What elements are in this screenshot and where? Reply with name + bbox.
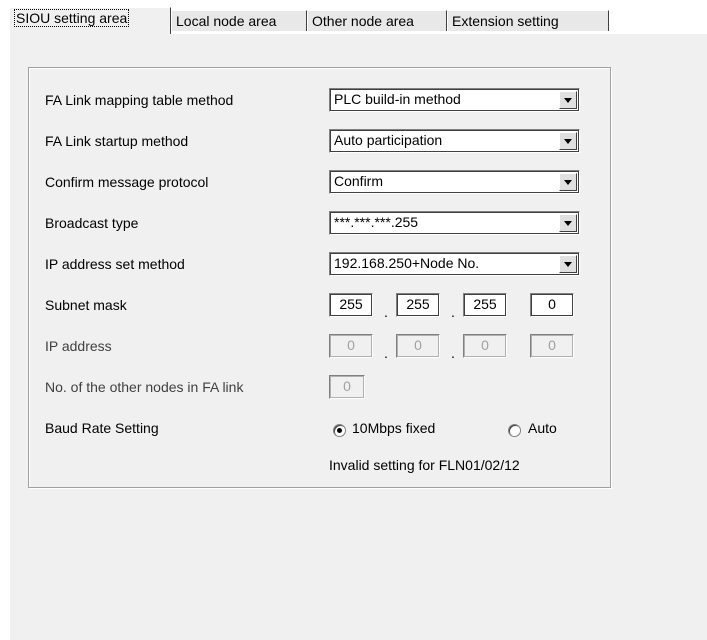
broadcast-type-value: ***.***.***.255	[334, 214, 419, 230]
ip-address-octet-4: 0	[530, 334, 574, 358]
chevron-down-icon[interactable]	[559, 91, 577, 109]
tab-label: Other node area	[312, 13, 414, 29]
subnet-mask-octet-4[interactable]: 0	[530, 293, 574, 317]
ip-address-octet-3: 0	[463, 334, 507, 358]
broadcast-type-label: Broadcast type	[45, 215, 139, 231]
chevron-down-icon[interactable]	[559, 214, 577, 232]
mapping-method-select[interactable]: PLC build-in method	[329, 88, 580, 112]
ip-address-octet-1: 0	[329, 334, 373, 358]
tab-other-node-area[interactable]: Other node area	[307, 10, 447, 31]
tab-siou-setting-area[interactable]: SIOU setting area	[9, 7, 171, 34]
chevron-down-icon[interactable]	[559, 255, 577, 273]
ip-address-label: IP address	[45, 338, 112, 354]
confirm-protocol-select[interactable]: Confirm	[329, 170, 580, 194]
tab-extension-setting[interactable]: Extension setting	[447, 10, 609, 31]
mapping-method-value: PLC build-in method	[334, 91, 461, 107]
baud-auto-radio[interactable]	[508, 424, 521, 437]
tab-strip: SIOU setting area Local node area Other …	[0, 0, 707, 34]
other-nodes-field: 0	[329, 375, 365, 399]
ip-set-method-select[interactable]: 192.168.250+Node No.	[329, 252, 580, 276]
octet-separator: .	[384, 345, 388, 361]
tab-local-node-area[interactable]: Local node area	[171, 10, 307, 31]
broadcast-type-select[interactable]: ***.***.***.255	[329, 211, 580, 235]
baud-10mbps-radio[interactable]	[333, 424, 346, 437]
octet-separator: .	[451, 345, 455, 361]
mapping-method-label: FA Link mapping table method	[45, 92, 234, 108]
baud-rate-label: Baud Rate Setting	[45, 420, 159, 436]
confirm-protocol-value: Confirm	[334, 173, 384, 189]
startup-method-label: FA Link startup method	[45, 133, 189, 149]
confirm-protocol-label: Confirm message protocol	[45, 174, 209, 190]
ip-address-octet-2: 0	[396, 334, 440, 358]
startup-method-value: Auto participation	[334, 132, 443, 148]
ip-set-method-label: IP address set method	[45, 256, 185, 272]
tab-label: SIOU setting area	[14, 9, 130, 27]
baud-rate-note: Invalid setting for FLN01/02/12	[329, 457, 520, 473]
chevron-down-icon[interactable]	[559, 173, 577, 191]
subnet-mask-label: Subnet mask	[45, 297, 127, 313]
subnet-mask-octet-1[interactable]: 255	[329, 293, 373, 317]
startup-method-select[interactable]: Auto participation	[329, 129, 580, 153]
other-nodes-label: No. of the other nodes in FA link	[45, 379, 244, 395]
tab-label: Extension setting	[452, 13, 559, 29]
ip-set-method-value: 192.168.250+Node No.	[334, 255, 480, 271]
tab-label: Local node area	[176, 13, 277, 29]
subnet-mask-octet-3[interactable]: 255	[463, 293, 507, 317]
octet-separator: .	[384, 304, 388, 320]
chevron-down-icon[interactable]	[559, 132, 577, 150]
octet-separator: .	[451, 304, 455, 320]
baud-10mbps-label[interactable]: 10Mbps fixed	[352, 420, 435, 436]
baud-auto-label[interactable]: Auto	[528, 420, 557, 436]
subnet-mask-octet-2[interactable]: 255	[396, 293, 440, 317]
